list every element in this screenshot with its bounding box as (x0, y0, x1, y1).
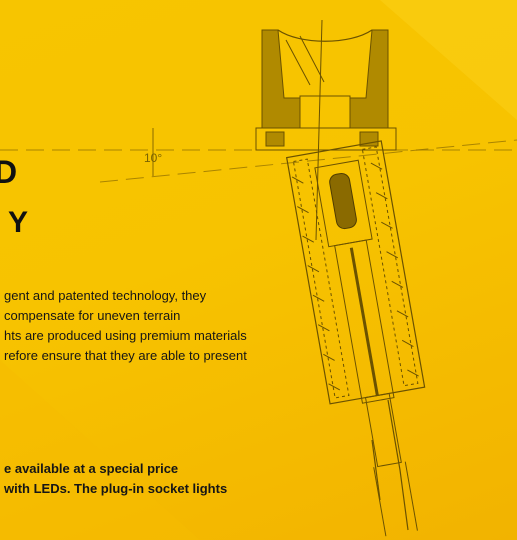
offer-paragraph: e available at a special price with LEDs… (4, 459, 354, 499)
paragraph-line: with LEDs. The plug-in socket lights (4, 481, 228, 496)
paragraph-line: gent and patented technology, they (4, 288, 207, 303)
paragraph-line: compensate for uneven terrain (4, 308, 181, 323)
paragraph-line: e available at a special price (4, 461, 179, 476)
paragraph-line: hts are produced using premium materials (4, 328, 247, 343)
angle-label: 10° (144, 151, 163, 165)
description-paragraph: gent and patented technology, they compe… (4, 286, 354, 366)
paragraph-line: refore ensure that they are able to pres… (4, 348, 247, 363)
